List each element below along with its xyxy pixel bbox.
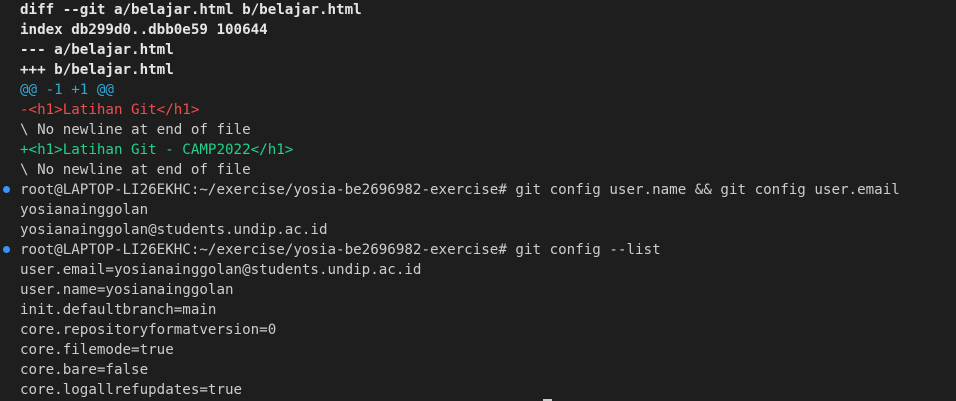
- diff-index-line: index db299d0..dbb0e59 100644: [20, 22, 268, 38]
- config-list-line: user.email=yosianainggolan@students.undi…: [20, 262, 422, 278]
- command-decoration-marker[interactable]: [3, 186, 10, 193]
- config-list-line: core.repositoryformatversion=0: [20, 322, 277, 338]
- command-line: root@LAPTOP-LI26EKHC:~/exercise/yosia-be…: [20, 242, 661, 258]
- output-line: yosianainggolan: [20, 202, 149, 218]
- diff-no-newline-note: \ No newline at end of file: [20, 162, 251, 178]
- config-list-line: core.bare=false: [20, 362, 149, 378]
- command-line: root@LAPTOP-LI26EKHC:~/exercise/yosia-be…: [20, 182, 900, 198]
- diff-header-line: diff --git a/belajar.html b/belajar.html: [20, 2, 362, 18]
- diff-removed-line: -<h1>Latihan Git</h1>: [20, 102, 200, 118]
- config-list-line: init.defaultbranch=main: [20, 302, 217, 318]
- diff-hunk-header: @@ -1 +1 @@: [20, 82, 114, 98]
- command-decoration-marker[interactable]: [3, 246, 10, 253]
- config-list-line: user.name=yosianainggolan: [20, 282, 234, 298]
- diff-new-file-line: +++ b/belajar.html: [20, 62, 174, 78]
- config-list-line: core.logallrefupdates=true: [20, 382, 243, 398]
- diff-no-newline-note: \ No newline at end of file: [20, 122, 251, 138]
- terminal-panel[interactable]: diff --git a/belajar.html b/belajar.html…: [0, 0, 956, 401]
- diff-old-file-line: --- a/belajar.html: [20, 42, 174, 58]
- config-list-line: core.filemode=true: [20, 342, 174, 358]
- diff-added-line: +<h1>Latihan Git - CAMP2022</h1>: [20, 142, 294, 158]
- output-line: yosianainggolan@students.undip.ac.id: [20, 222, 328, 238]
